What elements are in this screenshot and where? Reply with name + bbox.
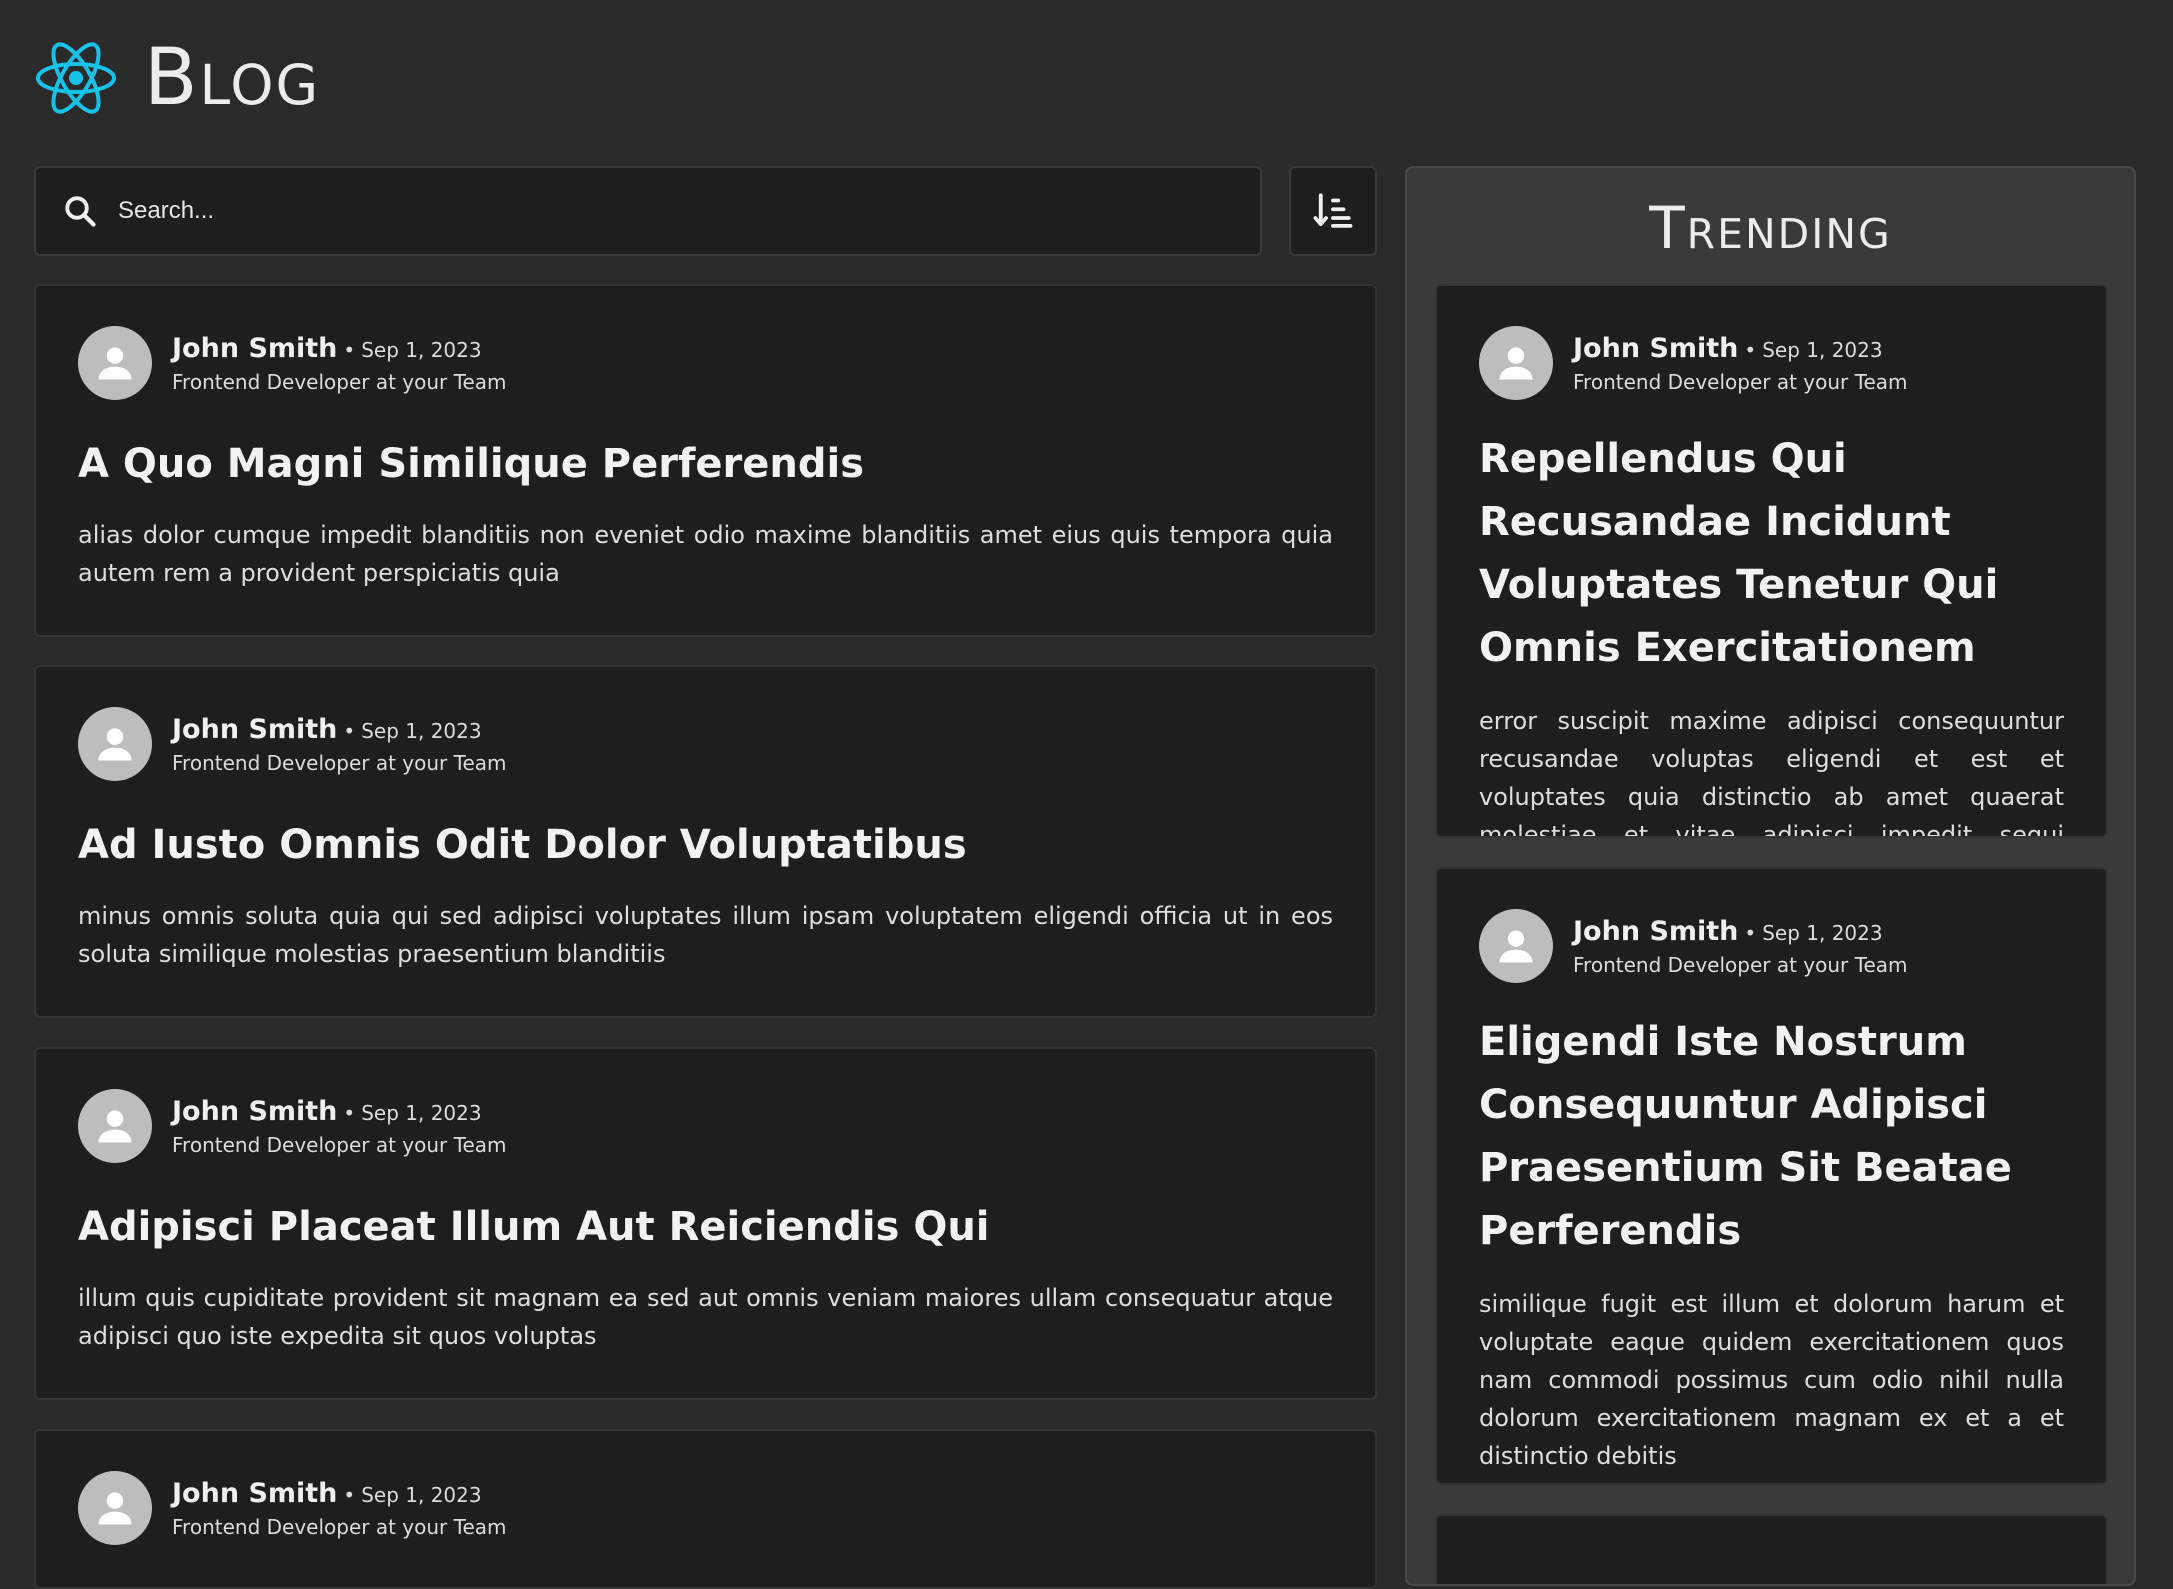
post-author: John Smith • Sep 1, 2023 Frontend Develo… (1479, 326, 2064, 400)
post-title[interactable]: A Quo Magni Similique Perferendis (78, 434, 1333, 494)
search-icon (65, 196, 96, 227)
trending-panel: Trending John Smith • Sep 1, 2023 Fronte… (1405, 166, 2136, 1586)
sort-button[interactable] (1289, 166, 1377, 256)
trending-post-card[interactable]: John Smith • Sep 1, 2023 Frontend Develo… (1435, 867, 2108, 1485)
post-title[interactable]: Adipisci Placeat Illum Aut Reiciendis Qu… (78, 1197, 1333, 1257)
author-role: Frontend Developer at your Team (172, 1132, 507, 1157)
post-author: John Smith • Sep 1, 2023 Frontend Develo… (1479, 909, 2064, 983)
user-icon (1499, 930, 1533, 963)
post-title[interactable]: Eligendi Iste Nostrum Consequuntur Adipi… (1479, 1011, 2064, 1263)
separator-dot: • (1744, 337, 1757, 362)
author-name[interactable]: John Smith (1573, 333, 1738, 364)
avatar (78, 707, 152, 781)
author-name[interactable]: John Smith (172, 714, 337, 745)
post-title[interactable]: Repellendus Qui Recusandae Incidunt Volu… (1479, 428, 2064, 680)
avatar (1479, 909, 1553, 983)
site-header: Blog (34, 36, 320, 120)
post-excerpt: error suscipit maxime adipisci consequun… (1479, 707, 2064, 838)
user-icon (98, 1110, 132, 1143)
user-icon (98, 728, 132, 761)
author-role: Frontend Developer at your Team (1573, 369, 1908, 394)
author-role: Frontend Developer at your Team (172, 369, 507, 394)
post-card[interactable]: John Smith • Sep 1, 2023 Frontend Develo… (34, 284, 1377, 637)
separator-dot: • (1744, 920, 1757, 945)
post-excerpt: alias dolor cumque impedit blanditiis no… (78, 521, 1333, 587)
trending-heading: Trending (1649, 194, 1892, 262)
sort-ascending-icon (1313, 193, 1353, 228)
post-title[interactable]: Ad Iusto Omnis Odit Dolor Voluptatibus (78, 815, 1333, 875)
avatar (78, 1471, 152, 1545)
post-date: Sep 1, 2023 (361, 337, 482, 362)
site-title[interactable]: Blog (144, 39, 320, 117)
post-author: John Smith • Sep 1, 2023 Frontend Develo… (78, 1089, 1333, 1163)
post-date: Sep 1, 2023 (1762, 920, 1883, 945)
author-role: Frontend Developer at your Team (172, 1514, 507, 1539)
author-name[interactable]: John Smith (172, 1478, 337, 1509)
author-name[interactable]: John Smith (1573, 916, 1738, 947)
trending-post-card[interactable]: John Smith • Sep 1, 2023 Frontend Develo… (1435, 284, 2108, 838)
user-icon (1499, 347, 1533, 380)
separator-dot: • (343, 337, 356, 362)
author-name[interactable]: John Smith (172, 1096, 337, 1127)
post-author: John Smith • Sep 1, 2023 Frontend Develo… (78, 1471, 1333, 1545)
user-icon (98, 347, 132, 380)
user-icon (98, 1492, 132, 1525)
post-excerpt: minus omnis soluta quia qui sed adipisci… (78, 902, 1333, 968)
post-card[interactable]: John Smith • Sep 1, 2023 Frontend Develo… (34, 1047, 1377, 1400)
separator-dot: • (343, 1100, 356, 1125)
avatar (78, 326, 152, 400)
post-card[interactable]: John Smith • Sep 1, 2023 Frontend Develo… (34, 1429, 1377, 1589)
post-author: John Smith • Sep 1, 2023 Frontend Develo… (78, 326, 1333, 400)
avatar (78, 1089, 152, 1163)
post-card[interactable]: John Smith • Sep 1, 2023 Frontend Develo… (34, 665, 1377, 1018)
post-date: Sep 1, 2023 (1762, 337, 1883, 362)
trending-post-card[interactable] (1435, 1514, 2108, 1584)
post-date: Sep 1, 2023 (361, 1482, 482, 1507)
author-name[interactable]: John Smith (172, 333, 337, 364)
post-excerpt: illum quis cupiditate provident sit magn… (78, 1284, 1333, 1350)
author-role: Frontend Developer at your Team (172, 750, 507, 775)
post-excerpt: similique fugit est illum et dolorum har… (1479, 1290, 2064, 1470)
separator-dot: • (343, 718, 356, 743)
avatar (1479, 326, 1553, 400)
search-bar[interactable] (34, 166, 1262, 256)
post-date: Sep 1, 2023 (361, 718, 482, 743)
author-role: Frontend Developer at your Team (1573, 952, 1908, 977)
search-input[interactable] (118, 168, 1260, 254)
separator-dot: • (343, 1482, 356, 1507)
react-atom-icon[interactable] (34, 36, 118, 120)
post-date: Sep 1, 2023 (361, 1100, 482, 1125)
post-author: John Smith • Sep 1, 2023 Frontend Develo… (78, 707, 1333, 781)
